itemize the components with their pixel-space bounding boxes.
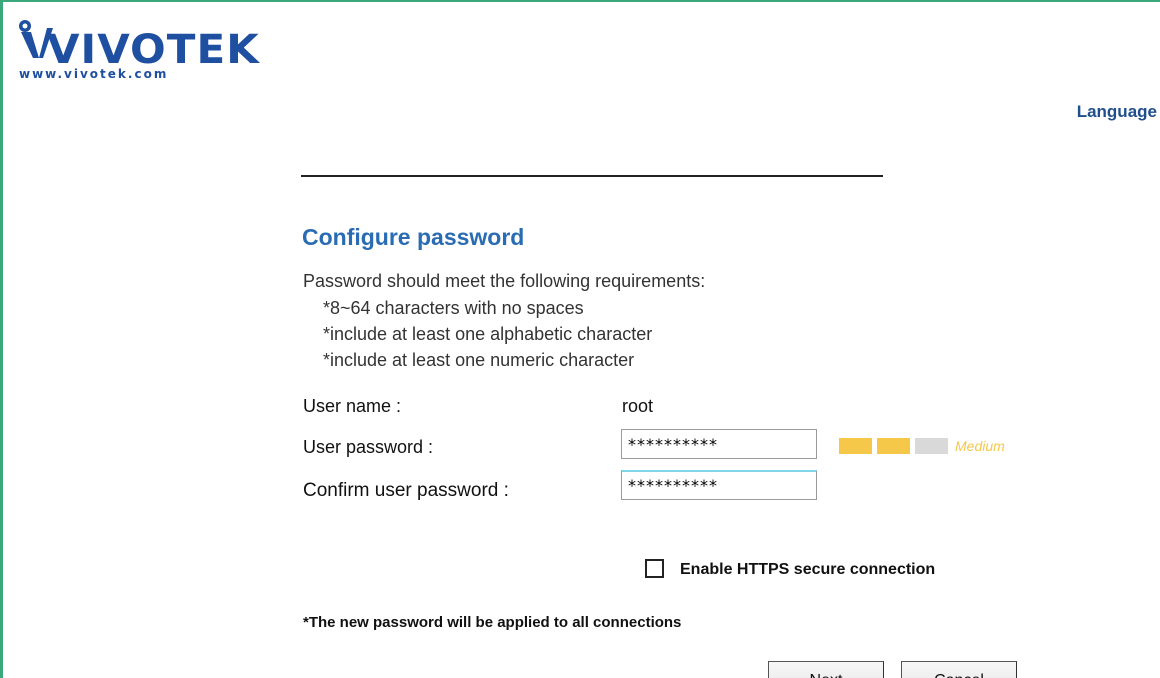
username-value: root	[622, 396, 654, 416]
strength-segment-3	[915, 438, 948, 454]
username-label: User name :	[303, 396, 402, 416]
password-label: User password :	[303, 437, 434, 457]
page-frame: VIVOTEK www.vivotek.com Language Configu…	[0, 0, 1160, 678]
requirements-intro: Password should meet the following requi…	[303, 271, 706, 291]
brand-url: www.vivotek.com	[19, 67, 169, 81]
password-note: *The new password will be applied to all…	[303, 614, 682, 631]
requirement-item: *include at least one numeric character	[323, 350, 635, 370]
requirement-item: *8~64 characters with no spaces	[323, 298, 584, 318]
language-link[interactable]: Language	[1077, 102, 1157, 122]
header-divider	[301, 175, 883, 177]
vivotek-logo: VIVOTEK www.vivotek.com	[17, 16, 259, 82]
requirements-list: *8~64 characters with no spaces *include…	[323, 295, 652, 373]
strength-segment-1	[839, 438, 872, 454]
strength-segment-2	[877, 438, 910, 454]
page-title: Configure password	[302, 224, 525, 250]
https-checkbox-label: Enable HTTPS secure connection	[680, 561, 936, 578]
confirm-password-input[interactable]	[621, 470, 817, 500]
requirement-item: *include at least one alphabetic charact…	[323, 324, 653, 344]
https-checkbox[interactable]	[645, 559, 664, 578]
cancel-button[interactable]: Cancel	[901, 661, 1017, 678]
brand-wordmark: VIVOTEK	[47, 27, 260, 73]
password-input[interactable]	[621, 429, 817, 459]
next-button[interactable]: Next	[768, 661, 884, 678]
confirm-password-label: Confirm user password :	[303, 480, 509, 501]
password-strength-label: Medium	[955, 438, 1005, 454]
